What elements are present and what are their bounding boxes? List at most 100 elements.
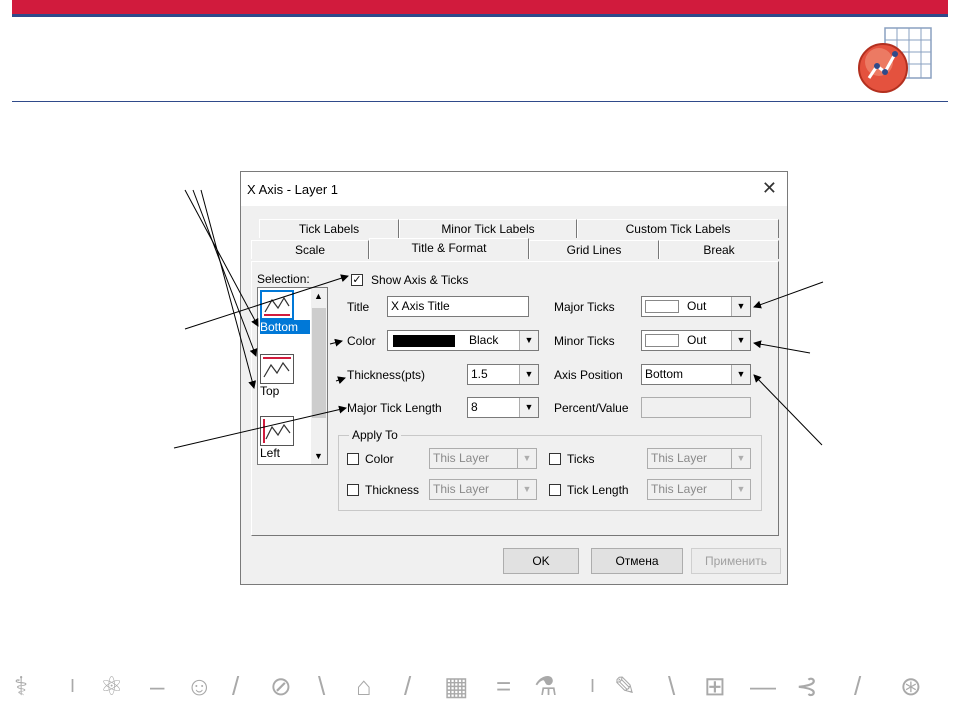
footer-icon-strip: ⚕ I ⚛ – ☺ / ⊘ \ ⌂ / ▦ = ⚗ I ✎ \ ⊞ — ⊰ / …: [0, 666, 960, 706]
chevron-down-icon[interactable]: ▼: [519, 365, 538, 384]
apply-ticks-checkbox[interactable]: [549, 453, 561, 465]
chevron-down-icon[interactable]: ▼: [517, 449, 536, 468]
tab-minor-tick-labels[interactable]: Minor Tick Labels: [399, 219, 577, 238]
color-value: Black: [469, 333, 499, 347]
divider: \: [318, 671, 326, 701]
divider: —: [750, 671, 776, 701]
list-item[interactable]: Top: [260, 354, 310, 398]
major-tick-length-value: 8: [471, 400, 478, 414]
document-pen-icon: ✎: [614, 671, 636, 701]
tab-label: Grid Lines: [566, 243, 622, 257]
chevron-down-icon[interactable]: ▼: [517, 480, 536, 499]
tab-scale[interactable]: Scale: [251, 240, 369, 259]
axis-left-icon: [260, 416, 294, 446]
axis-position-label: Axis Position: [554, 368, 623, 382]
dialog-titlebar: X Axis - Layer 1 ✕: [241, 172, 787, 206]
tab-label: Minor Tick Labels: [441, 222, 535, 236]
scope-value: This Layer: [433, 482, 490, 496]
lightbulb-head-icon: ☺: [186, 671, 213, 701]
tick-style-icon: [645, 334, 679, 348]
apply-ticks-scope[interactable]: This Layer ▼: [647, 448, 751, 469]
puzzle-icon: ⌂: [356, 671, 372, 701]
selection-label: Selection:: [257, 272, 310, 286]
selection-list[interactable]: Bottom Top Left ▲ ▼: [257, 287, 328, 465]
divider: \: [668, 671, 676, 701]
percent-value-input[interactable]: [641, 397, 751, 418]
network-icon: ⊰: [796, 671, 818, 701]
scope-value: This Layer: [651, 451, 708, 465]
close-icon[interactable]: ✕: [762, 178, 777, 199]
chevron-down-icon[interactable]: ▼: [731, 449, 750, 468]
percent-value-label: Percent/Value: [554, 401, 629, 415]
divider: I: [70, 676, 76, 696]
list-item[interactable]: Left: [260, 416, 310, 460]
selection-scrollbar[interactable]: ▲ ▼: [311, 288, 327, 464]
chevron-down-icon[interactable]: ▼: [519, 331, 538, 350]
apply-color-checkbox[interactable]: [347, 453, 359, 465]
origin-graph-icon: [858, 27, 932, 93]
apply-to-label: Apply To: [349, 428, 401, 442]
header-rule: [12, 101, 948, 102]
tab-title-format[interactable]: Title & Format: [369, 238, 529, 259]
list-item-label: Bottom: [260, 320, 310, 334]
list-item[interactable]: Bottom: [260, 290, 310, 334]
show-axis-checkbox[interactable]: ✓: [351, 274, 363, 286]
book-icon: ⊞: [704, 671, 726, 701]
major-tick-length-dropdown[interactable]: 8 ▼: [467, 397, 539, 418]
minor-ticks-dropdown[interactable]: Out ▼: [641, 330, 751, 351]
title-input[interactable]: X Axis Title: [387, 296, 529, 317]
ok-button[interactable]: OK: [503, 548, 579, 574]
chevron-up-icon[interactable]: ▲: [314, 291, 323, 301]
dna-icon: ⚕: [14, 671, 29, 701]
color-label: Color: [347, 334, 376, 348]
chevron-down-icon[interactable]: ▼: [519, 398, 538, 417]
flask-icon: ⚗: [534, 671, 558, 701]
chevron-down-icon[interactable]: ▼: [314, 451, 323, 461]
thickness-value: 1.5: [471, 367, 488, 381]
chevron-down-icon[interactable]: ▼: [731, 480, 750, 499]
apply-tick-length-scope[interactable]: This Layer ▼: [647, 479, 751, 500]
axis-bottom-icon: [260, 290, 294, 320]
major-ticks-dropdown[interactable]: Out ▼: [641, 296, 751, 317]
apply-color-scope[interactable]: This Layer ▼: [429, 448, 537, 469]
chevron-down-icon[interactable]: ▼: [731, 297, 750, 316]
apply-thickness-checkbox[interactable]: [347, 484, 359, 496]
apply-thickness-scope[interactable]: This Layer ▼: [429, 479, 537, 500]
major-ticks-value: Out: [687, 299, 707, 313]
tab-label: Tick Labels: [298, 222, 360, 236]
apply-tick-length-checkbox[interactable]: [549, 484, 561, 496]
axis-position-dropdown[interactable]: Bottom ▼: [641, 364, 751, 385]
chevron-down-icon[interactable]: ▼: [731, 331, 750, 350]
axis-top-icon: [260, 354, 294, 384]
divider: I: [590, 676, 596, 696]
list-item-label: Top: [260, 384, 280, 398]
cancel-button[interactable]: Отмена: [591, 548, 683, 574]
thickness-label: Thickness(pts): [347, 368, 426, 382]
thickness-dropdown[interactable]: 1.5 ▼: [467, 364, 539, 385]
tab-label: Custom Tick Labels: [625, 222, 731, 236]
header-blue-line: [12, 14, 948, 17]
tab-tick-labels[interactable]: Tick Labels: [259, 219, 399, 238]
apply-tick-length-label: Tick Length: [567, 483, 629, 497]
axis-dialog: X Axis - Layer 1 ✕ Tick Labels Minor Tic…: [240, 171, 788, 585]
tab-label: Title & Format: [411, 241, 487, 255]
color-swatch: [393, 334, 455, 347]
major-tick-length-label: Major Tick Length: [347, 401, 442, 415]
divider: =: [496, 671, 512, 701]
tab-grid-lines[interactable]: Grid Lines: [529, 240, 659, 259]
color-dropdown[interactable]: Black ▼: [387, 330, 539, 351]
scroll-thumb[interactable]: [312, 308, 326, 418]
tab-label: Break: [703, 243, 735, 257]
tab-custom-tick-labels[interactable]: Custom Tick Labels: [577, 219, 779, 238]
divider: /: [232, 671, 240, 701]
minor-ticks-label: Minor Ticks: [554, 334, 615, 348]
apply-thickness-label: Thickness: [365, 483, 420, 497]
minor-ticks-value: Out: [687, 333, 707, 347]
chevron-down-icon[interactable]: ▼: [731, 365, 750, 384]
dialog-title: X Axis - Layer 1: [247, 182, 339, 197]
tab-break[interactable]: Break: [659, 240, 779, 259]
divider: /: [404, 671, 412, 701]
divider: /: [854, 671, 862, 701]
divider: –: [150, 671, 165, 701]
apply-button[interactable]: Применить: [691, 548, 781, 574]
